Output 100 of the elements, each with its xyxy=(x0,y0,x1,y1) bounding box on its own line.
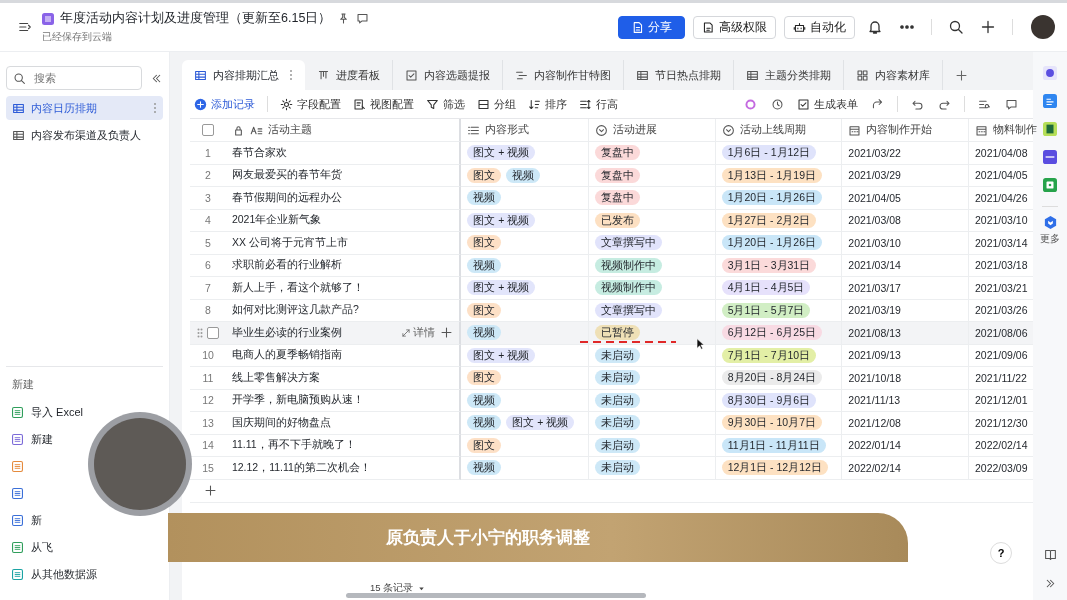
table-cell-text: 网友最爱买的春节年货 xyxy=(231,168,343,183)
table-cell: 2021/11/13 xyxy=(848,394,901,407)
record-count[interactable]: 15 条记录 xyxy=(370,581,427,595)
search-input[interactable]: 搜索 xyxy=(32,71,126,85)
table-cell-text: 11.11，再不下手就晚了！ xyxy=(231,438,357,453)
plus-icon[interactable] xyxy=(980,19,996,35)
table-cell: 2022/02/14 xyxy=(848,461,901,474)
filter-icon xyxy=(426,97,439,111)
format-tag: 视频 xyxy=(467,392,502,408)
settings-icon xyxy=(280,97,293,111)
drag-handle-icon[interactable] xyxy=(196,327,203,338)
column-header[interactable]: 活动进展 xyxy=(613,123,657,137)
table-cell: 2021/03/29 xyxy=(848,169,901,182)
book-icon[interactable] xyxy=(1043,548,1057,561)
column-header[interactable]: 内容形式 xyxy=(485,123,530,137)
search-field[interactable]: 搜索 xyxy=(6,66,142,90)
sort-button[interactable]: 排序 xyxy=(524,96,571,112)
table-cell-text: XX 公司将于元宵节上市 xyxy=(231,235,349,250)
comment-icon[interactable] xyxy=(1005,97,1018,111)
date-range-tag: 8月30日 - 9月6日 xyxy=(721,392,817,408)
search-icon xyxy=(13,71,26,85)
share-button[interactable]: 分享 xyxy=(618,15,685,39)
table-cell: 2022/03/09 xyxy=(975,461,1028,474)
date-range-tag: 1月20日 - 1月26日 xyxy=(721,190,823,206)
comment-icon[interactable] xyxy=(356,12,370,25)
status-tag: 未启动 xyxy=(595,415,640,431)
row-number: 14 xyxy=(202,439,214,452)
table-cell: 2021/12/08 xyxy=(848,416,901,429)
format-tag: 图文 xyxy=(467,370,502,386)
date-range-tag: 11月1日 - 11月11日 xyxy=(721,437,826,453)
field-type-icon xyxy=(975,123,988,137)
row-number: 6 xyxy=(205,259,211,272)
group-button[interactable]: 分组 xyxy=(473,96,520,112)
sidebar-item[interactable]: 内容发布渠道及负责人 xyxy=(6,123,163,147)
view-config-button[interactable]: 视图配置 xyxy=(349,96,418,112)
robot-icon xyxy=(793,20,806,34)
scrollbar[interactable] xyxy=(346,592,647,598)
table-cell: 2022/02/14 xyxy=(975,439,1028,452)
add-tab-icon[interactable] xyxy=(955,68,968,82)
filter-button[interactable]: 筛选 xyxy=(422,96,469,112)
view-tab[interactable]: 内容排期汇总 xyxy=(182,60,305,90)
column-header[interactable]: 内容制作开始 xyxy=(866,123,933,137)
sidebar-item[interactable]: 内容日历排期 xyxy=(6,96,163,120)
row-number: 2 xyxy=(205,169,211,182)
ring-icon[interactable] xyxy=(744,97,757,111)
permissions-button[interactable]: 高级权限 xyxy=(693,15,776,39)
note-icon[interactable] xyxy=(1043,122,1057,136)
add-icon[interactable] xyxy=(440,326,454,340)
search-icon[interactable] xyxy=(948,19,964,35)
user-avatar[interactable] xyxy=(1031,15,1055,39)
table-cell: 2022/01/14 xyxy=(848,439,901,452)
status-tag: 视频制作中 xyxy=(595,280,662,296)
column-header[interactable]: 物料制作 xyxy=(993,123,1037,137)
new-option[interactable]: 导入 Excel xyxy=(31,405,83,420)
table-icon xyxy=(636,68,649,82)
column-header[interactable]: 活动上线周期 xyxy=(739,123,806,137)
row-height-button[interactable]: 行高 xyxy=(575,96,622,112)
status-tag: 未启动 xyxy=(595,370,641,386)
status-tag: 未启动 xyxy=(595,437,640,453)
select-all-checkbox[interactable] xyxy=(201,124,214,136)
share-icon[interactable] xyxy=(871,97,884,111)
table-cell: 2021/04/08 xyxy=(975,146,1028,159)
format-tag: 图文 xyxy=(467,437,502,453)
more-apps-button[interactable]: 更多 xyxy=(1040,215,1060,246)
date-range-tag: 4月1日 - 4月5日 xyxy=(721,280,811,296)
menu-icon[interactable] xyxy=(18,20,32,34)
table-cell-text: 春节假期间的远程办公 xyxy=(231,190,343,205)
expand-icon xyxy=(401,327,412,338)
chat-icon[interactable] xyxy=(1043,66,1057,80)
generate-form-button[interactable]: 生成表单 xyxy=(793,96,862,112)
sort-icon xyxy=(528,97,541,111)
add-row-icon[interactable] xyxy=(204,484,217,497)
cube-icon xyxy=(1042,215,1058,230)
format-tag: 视频 xyxy=(467,257,502,273)
history-icon[interactable] xyxy=(771,97,784,111)
new-option[interactable]: 从其他数据源 xyxy=(31,567,97,582)
new-option[interactable]: 新建 xyxy=(31,432,53,447)
format-tag: 视频 xyxy=(467,190,502,206)
contact-card-icon[interactable] xyxy=(1043,94,1057,108)
layout-icon[interactable] xyxy=(1043,150,1057,164)
table-cell-text: 电商人的夏季畅销指南 xyxy=(231,348,343,363)
table-cell: 2021/12/01 xyxy=(975,394,1028,407)
table-cell: 2021/09/13 xyxy=(848,349,901,362)
table-cell: 2021/04/05 xyxy=(848,191,901,204)
date-range-tag: 12月1日 - 12月12日 xyxy=(721,460,828,476)
column-header[interactable]: 活动主题 xyxy=(267,123,312,137)
new-option[interactable]: 新 xyxy=(31,513,42,528)
row-checkbox[interactable] xyxy=(206,326,219,339)
row-number: 13 xyxy=(202,416,214,429)
field-config-button[interactable]: 字段配置 xyxy=(276,96,345,112)
add-record-button[interactable]: 添加记录 xyxy=(190,96,259,112)
bell-icon[interactable] xyxy=(867,19,883,35)
table-cell: 2021/03/10 xyxy=(975,214,1028,227)
automation-button[interactable]: 自动化 xyxy=(784,15,855,39)
table-cell-text: 求职前必看的行业解析 xyxy=(231,258,343,273)
new-option[interactable]: 从飞 xyxy=(31,540,53,555)
details-link[interactable]: 详情 xyxy=(401,325,436,340)
row-number: 5 xyxy=(205,236,211,249)
table-cell-text: 如何对比测评这几款产品? xyxy=(231,303,360,318)
status-tag: 文章撰写中 xyxy=(595,235,662,251)
